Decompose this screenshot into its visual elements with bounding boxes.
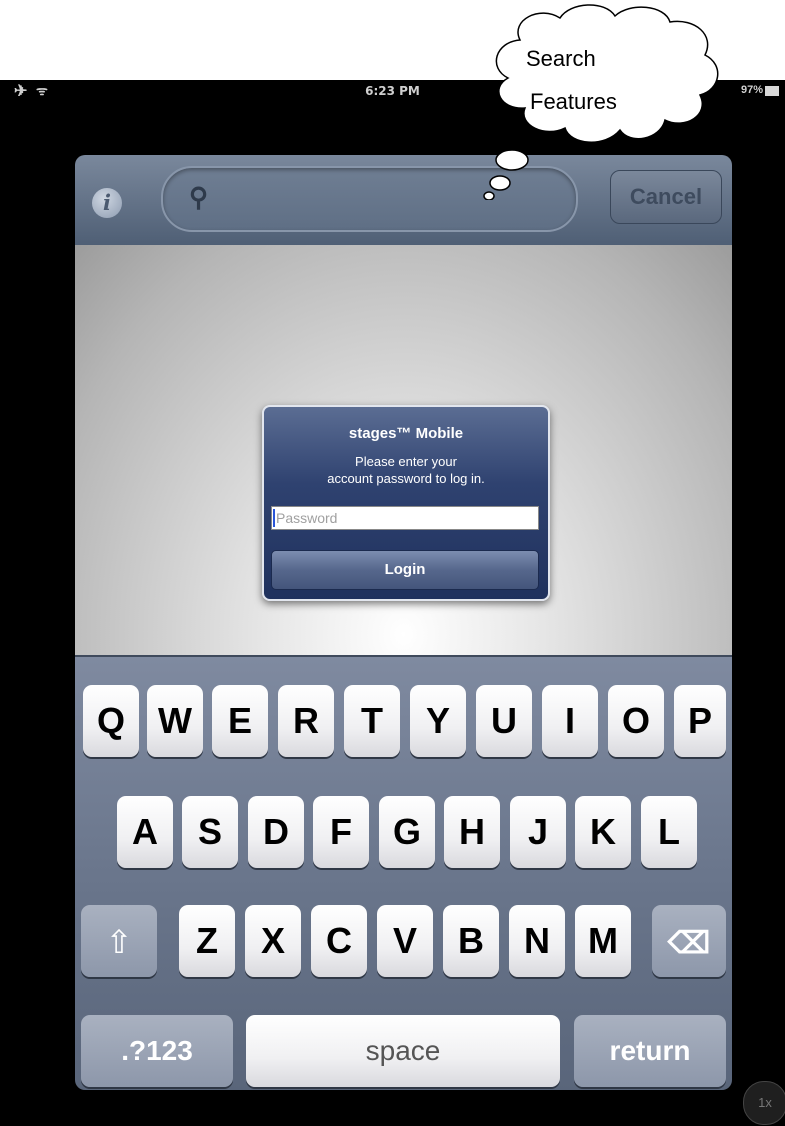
key-k[interactable]: K — [575, 796, 631, 868]
backspace-key[interactable]: ⌫ — [652, 905, 726, 977]
key-x[interactable]: X — [245, 905, 301, 977]
key-l[interactable]: L — [641, 796, 697, 868]
key-n[interactable]: N — [509, 905, 565, 977]
key-r[interactable]: R — [278, 685, 334, 757]
zoom-badge[interactable]: 1x — [743, 1081, 785, 1125]
key-f[interactable]: F — [313, 796, 369, 868]
key-m[interactable]: M — [575, 905, 631, 977]
key-j[interactable]: J — [510, 796, 566, 868]
onscreen-keyboard: Q W E R T Y U I O P A S D F G H J K L ⇧ … — [75, 655, 732, 1090]
key-u[interactable]: U — [476, 685, 532, 757]
key-s[interactable]: S — [182, 796, 238, 868]
search-icon: ⚲ — [189, 182, 209, 212]
info-icon[interactable]: i — [92, 188, 122, 218]
battery-icon — [765, 86, 779, 96]
key-h[interactable]: H — [444, 796, 500, 868]
key-w[interactable]: W — [147, 685, 203, 757]
annotation-text-line2: Features — [530, 89, 617, 114]
return-key[interactable]: return — [574, 1015, 726, 1087]
dialog-title: stages™ Mobile — [348, 425, 464, 442]
login-button[interactable]: Login — [271, 550, 539, 590]
text-cursor — [273, 509, 275, 527]
battery-percent: 97% — [740, 84, 763, 96]
key-v[interactable]: V — [377, 905, 433, 977]
key-d[interactable]: D — [248, 796, 304, 868]
key-p[interactable]: P — [674, 685, 726, 757]
app-window: i ⚲ Cancel stages™ Mobile Please enter y… — [75, 155, 732, 1090]
key-e[interactable]: E — [212, 685, 268, 757]
numbers-key[interactable]: .?123 — [81, 1015, 233, 1087]
backspace-icon: ⌫ — [667, 927, 711, 960]
password-field[interactable] — [271, 506, 539, 530]
key-b[interactable]: B — [443, 905, 499, 977]
annotation-text-line1: Search — [526, 46, 596, 71]
key-y[interactable]: Y — [410, 685, 466, 757]
key-a[interactable]: A — [117, 796, 173, 868]
dialog-message-line1: Please enter your — [355, 454, 457, 469]
key-t[interactable]: T — [344, 685, 400, 757]
key-z[interactable]: Z — [179, 905, 235, 977]
shift-key[interactable]: ⇧ — [81, 905, 157, 977]
login-dialog: stages™ Mobile Please enter your account… — [262, 405, 550, 601]
key-g[interactable]: G — [379, 796, 435, 868]
shift-icon: ⇧ — [105, 924, 133, 960]
key-q[interactable]: Q — [83, 685, 139, 757]
key-c[interactable]: C — [311, 905, 367, 977]
key-i[interactable]: I — [542, 685, 598, 757]
dialog-message-line2: account password to log in. — [327, 471, 485, 486]
key-o[interactable]: O — [608, 685, 664, 757]
content-area: stages™ Mobile Please enter your account… — [75, 245, 732, 655]
space-key[interactable]: space — [246, 1015, 560, 1087]
